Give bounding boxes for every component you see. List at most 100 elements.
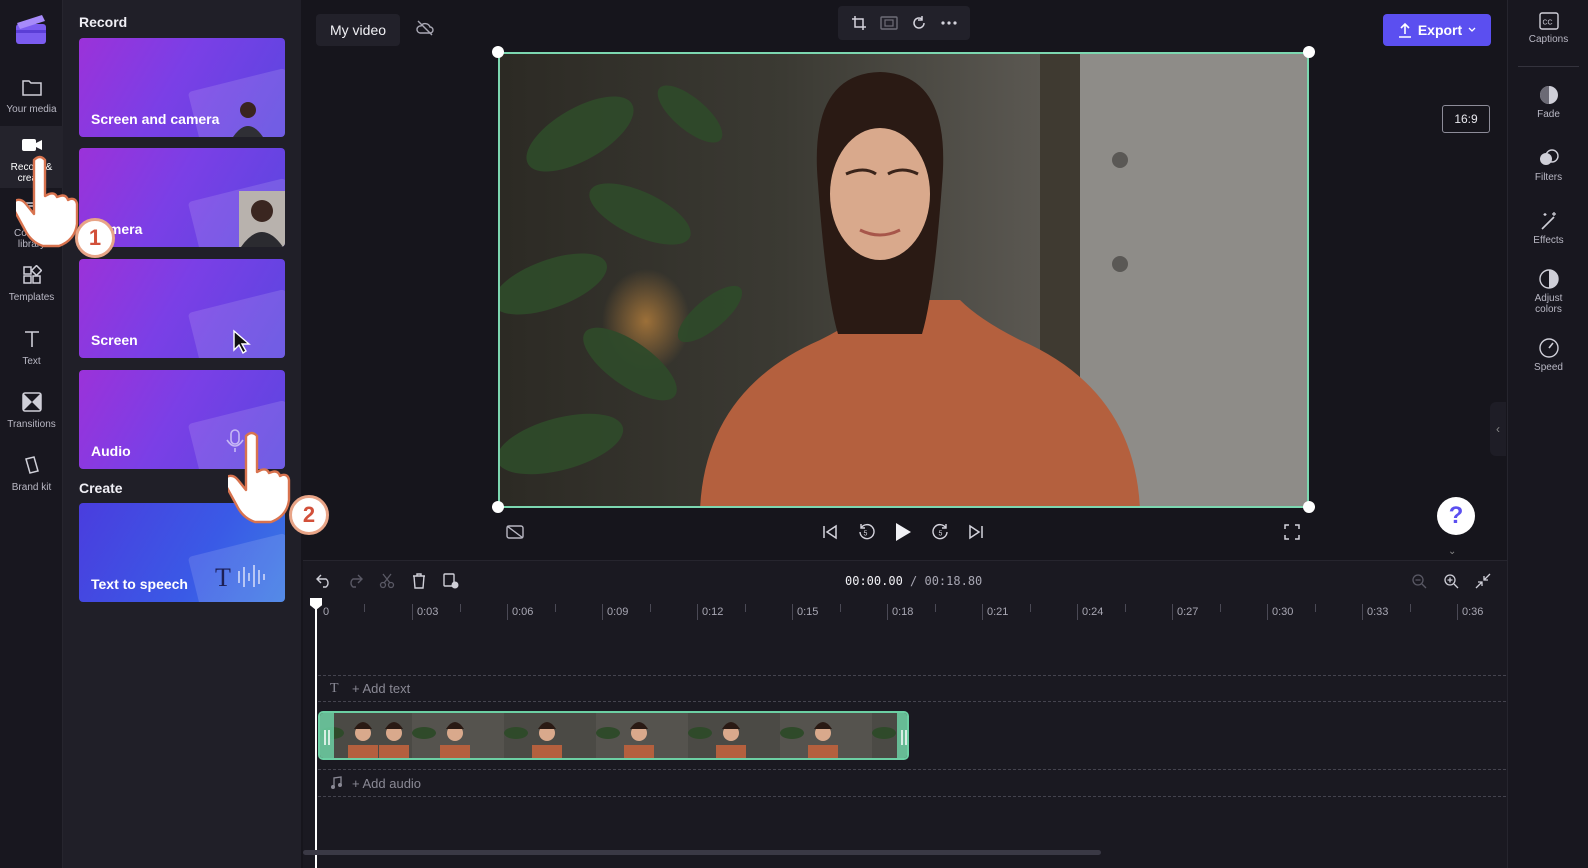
skip-forward-icon[interactable] — [966, 522, 986, 542]
resize-handle[interactable] — [492, 501, 504, 513]
ruler-tick — [1077, 604, 1078, 620]
card-label: Screen and camera — [91, 111, 220, 127]
ruler-tick — [507, 604, 508, 620]
ruler-label: 0:21 — [987, 606, 1009, 618]
app-logo-icon[interactable] — [14, 12, 48, 46]
skip-back-icon[interactable] — [820, 522, 840, 542]
left-nav-rail: Your media Record & create Content libra… — [0, 0, 63, 868]
mouse-pointer-icon — [233, 329, 251, 355]
split-icon[interactable] — [378, 572, 396, 590]
rr-item-adjust-colors[interactable]: Adjust colors — [1508, 269, 1588, 315]
playhead[interactable] — [315, 600, 317, 868]
fit-icon[interactable] — [880, 14, 898, 32]
rail-item-your-media[interactable]: Your media — [0, 68, 63, 126]
rr-label: Adjust colors — [1534, 293, 1563, 315]
project-title[interactable]: My video — [316, 14, 401, 46]
captions-icon: CC — [1538, 12, 1559, 30]
chevron-down-icon[interactable]: ⌄ — [1448, 546, 1456, 557]
rr-label: Speed — [1534, 362, 1563, 373]
adjust-colors-icon — [1538, 269, 1559, 289]
export-label: Export — [1417, 22, 1463, 38]
preview-toolbar — [838, 6, 970, 40]
ruler-tick — [792, 604, 793, 620]
ruler-tick — [1362, 604, 1363, 620]
total-time: / 00:18.80 — [910, 574, 983, 588]
create-heading: Create — [79, 480, 123, 496]
rr-item-captions[interactable]: CC Captions — [1508, 12, 1588, 45]
cloud-off-icon — [416, 20, 434, 41]
forward-5-icon[interactable]: 5 — [931, 522, 951, 542]
ruler-label: 0:12 — [702, 606, 724, 618]
ruler-label: 0:03 — [417, 606, 439, 618]
track-divider — [318, 796, 1506, 797]
rail-item-brand-kit[interactable]: Brand kit — [0, 446, 63, 504]
rr-item-speed[interactable]: Speed — [1508, 338, 1588, 373]
rail-item-templates[interactable]: Templates — [0, 256, 63, 314]
resize-handle[interactable] — [1303, 501, 1315, 513]
collapse-properties-button[interactable]: ‹ — [1490, 402, 1506, 456]
rail-label: Brand kit — [11, 482, 52, 493]
delete-icon[interactable] — [410, 572, 428, 590]
templates-icon — [21, 264, 43, 286]
presenter-thumbnail-icon — [233, 102, 263, 137]
properties-rail: CC Captions Fade Filters Effects Adjust … — [1507, 0, 1588, 868]
ruler-tick — [555, 604, 556, 612]
card-screen-and-camera[interactable]: Screen and camera — [79, 38, 285, 137]
timeline-scrollbar[interactable] — [303, 850, 1101, 855]
rr-label: Fade — [1537, 109, 1560, 120]
folder-icon — [21, 76, 43, 98]
rotate-icon[interactable] — [910, 14, 928, 32]
step-badge-1: 1 — [75, 218, 115, 258]
fit-timeline-icon[interactable] — [1474, 572, 1492, 590]
captions-off-icon[interactable] — [505, 522, 525, 542]
ruler-tick — [1220, 604, 1221, 612]
aspect-ratio-button[interactable]: 16:9 — [1442, 105, 1490, 133]
help-button[interactable]: ? — [1437, 497, 1475, 535]
rr-label: Effects — [1533, 235, 1564, 246]
music-note-icon — [331, 776, 342, 789]
resize-handle[interactable] — [1303, 46, 1315, 58]
ruler-label: 0:30 — [1272, 606, 1294, 618]
rail-label: Text — [22, 356, 41, 367]
ruler-tick — [602, 604, 603, 620]
card-screen[interactable]: Screen — [79, 259, 285, 358]
video-clip[interactable] — [318, 711, 909, 760]
rr-item-effects[interactable]: Effects — [1508, 211, 1588, 246]
video-preview[interactable] — [498, 52, 1309, 508]
card-label: Text to speech — [91, 576, 188, 592]
redo-icon[interactable] — [346, 572, 364, 590]
card-label: Audio — [91, 443, 131, 459]
zoom-in-icon[interactable] — [1442, 572, 1460, 590]
ruler-label: 0:06 — [512, 606, 534, 618]
rr-label: Filters — [1534, 172, 1563, 183]
text-icon: T — [330, 681, 339, 696]
ruler-tick — [650, 604, 651, 612]
current-time: 00:00.00 — [845, 574, 903, 588]
play-icon[interactable] — [893, 522, 913, 542]
rr-item-filters[interactable]: Filters — [1508, 148, 1588, 183]
export-button[interactable]: Export — [1383, 14, 1491, 46]
transitions-icon — [21, 391, 43, 413]
crop-icon[interactable] — [850, 14, 868, 32]
brand-kit-icon — [21, 454, 43, 476]
undo-icon[interactable] — [315, 572, 333, 590]
svg-text:CC: CC — [1542, 20, 1552, 27]
rail-item-transitions[interactable]: Transitions — [0, 383, 63, 441]
ruler-label: 0:09 — [607, 606, 629, 618]
svg-text:T: T — [215, 563, 231, 591]
resize-handle[interactable] — [492, 46, 504, 58]
rail-item-text[interactable]: Text — [0, 320, 63, 378]
fullscreen-icon[interactable] — [1282, 522, 1302, 542]
rewind-5-icon[interactable]: 5 — [856, 522, 876, 542]
ruler-label: 0:15 — [797, 606, 819, 618]
zoom-out-icon[interactable] — [1410, 572, 1428, 590]
add-audio-label: + Add audio — [352, 776, 422, 791]
svg-text:5: 5 — [939, 531, 943, 538]
text-waveform-icon: T — [215, 563, 265, 591]
rr-item-fade[interactable]: Fade — [1508, 85, 1588, 120]
duplicate-icon[interactable] — [442, 572, 460, 590]
ruler-tick — [1267, 604, 1268, 620]
ruler-tick — [412, 604, 413, 620]
more-options-icon[interactable] — [940, 14, 958, 32]
chevron-left-icon: ‹ — [1496, 422, 1500, 436]
